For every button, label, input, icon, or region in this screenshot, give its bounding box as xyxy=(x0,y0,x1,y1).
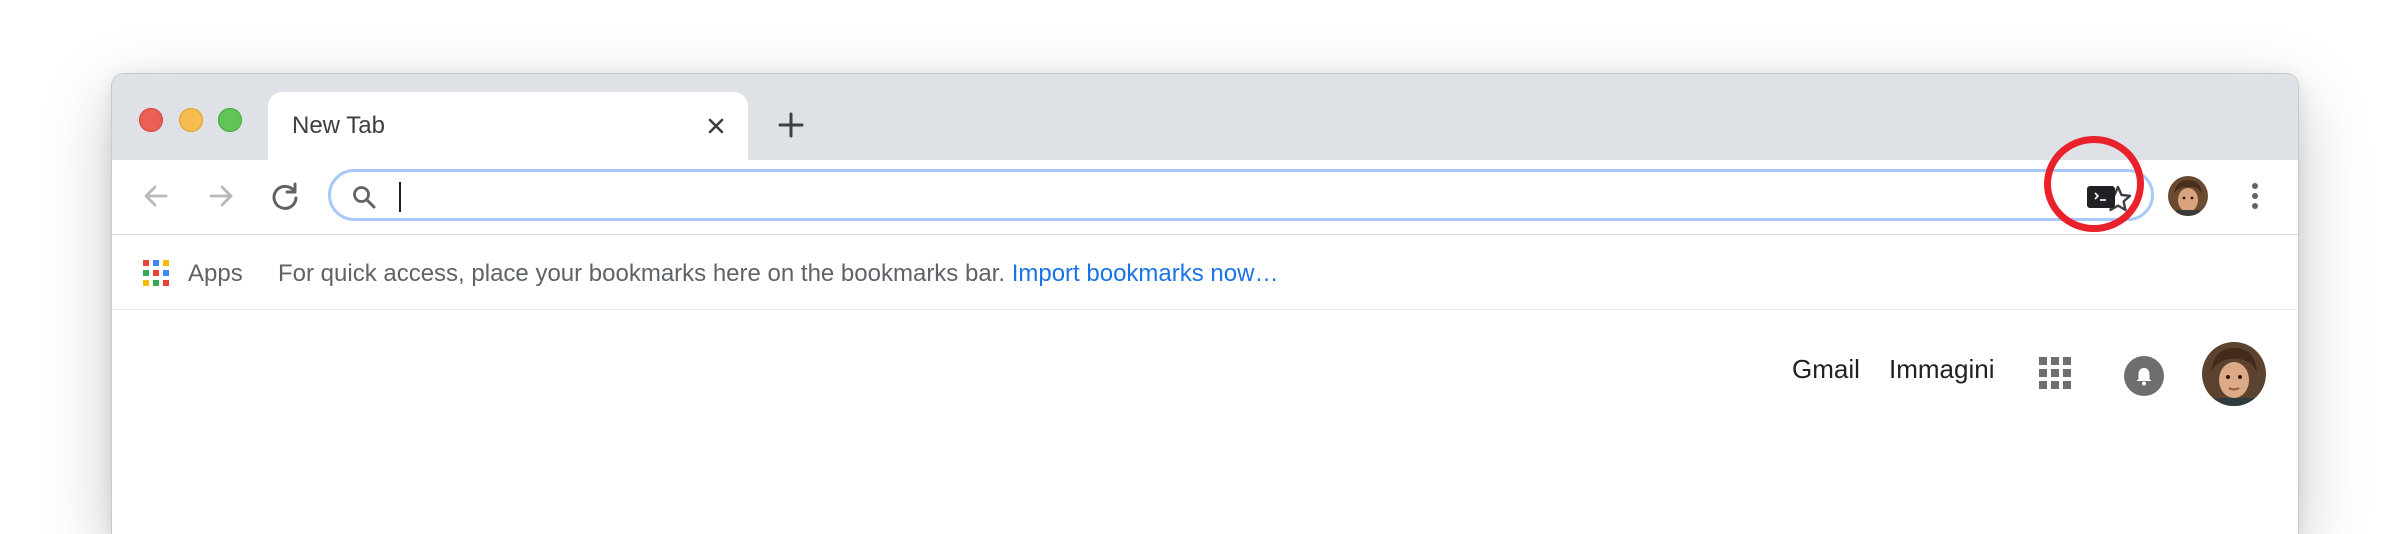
apps-grid-icon[interactable] xyxy=(142,259,170,287)
notifications-button[interactable] xyxy=(2124,356,2164,396)
bookmarks-hint-text: For quick access, place your bookmarks h… xyxy=(278,260,1006,287)
browser-window: New Tab Apps For quick access, place you… xyxy=(112,74,2298,534)
new-tab-page: Gmail Immagini xyxy=(112,310,2298,534)
google-apps-icon[interactable] xyxy=(2038,356,2072,390)
forward-arrow-icon[interactable] xyxy=(203,178,239,214)
window-close-button[interactable] xyxy=(139,108,163,132)
address-input[interactable] xyxy=(397,180,2041,212)
back-arrow-icon[interactable] xyxy=(138,178,174,214)
tab-new-tab[interactable]: New Tab xyxy=(268,92,748,160)
address-bar[interactable] xyxy=(328,169,2154,221)
window-minimize-button[interactable] xyxy=(179,108,203,132)
notifications-bell-icon xyxy=(2136,368,2152,386)
window-zoom-button[interactable] xyxy=(218,108,242,132)
bookmarks-hint: For quick access, place your bookmarks h… xyxy=(278,260,1278,288)
bookmarks-bar: Apps For quick access, place your bookma… xyxy=(112,235,2298,310)
new-tab-plus-icon[interactable] xyxy=(776,110,806,140)
search-icon xyxy=(353,186,376,209)
account-avatar[interactable] xyxy=(2202,342,2266,406)
close-icon[interactable] xyxy=(702,112,730,140)
gmail-link[interactable]: Gmail xyxy=(1792,354,1860,385)
terminal-extension-icon xyxy=(2087,186,2115,208)
text-caret xyxy=(399,182,401,212)
tab-title: New Tab xyxy=(292,112,385,139)
reload-icon[interactable] xyxy=(267,178,303,214)
profile-avatar[interactable] xyxy=(2168,176,2208,216)
kebab-menu-icon[interactable] xyxy=(2240,178,2270,214)
images-link[interactable]: Immagini xyxy=(1889,354,1994,385)
tab-strip: New Tab xyxy=(112,74,2298,160)
toolbar xyxy=(112,136,2298,235)
import-bookmarks-link[interactable]: Import bookmarks now… xyxy=(1012,260,1279,287)
terminal-extension-button[interactable] xyxy=(2078,174,2124,220)
apps-shortcut[interactable]: Apps xyxy=(188,260,243,288)
